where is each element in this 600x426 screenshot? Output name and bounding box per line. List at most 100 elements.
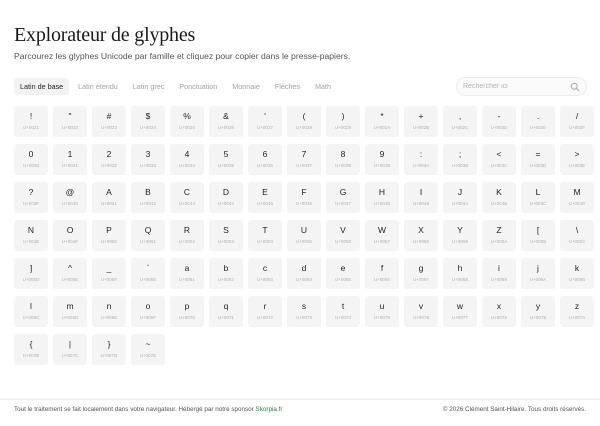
glyph-tile[interactable]: s U+0073 <box>287 296 321 327</box>
search-icon[interactable] <box>570 82 580 92</box>
glyph-tile[interactable]: ) U+0029 <box>326 106 360 137</box>
glyph-tile[interactable]: D U+0044 <box>209 182 243 213</box>
glyph-tile[interactable]: : U+003A <box>404 144 438 175</box>
glyph-tile[interactable]: @ U+0040 <box>53 182 87 213</box>
glyph-tile[interactable]: & U+0026 <box>209 106 243 137</box>
glyph-tile[interactable]: S U+0053 <box>209 220 243 251</box>
glyph-tile[interactable]: (U+0028 <box>287 106 321 137</box>
glyph-tile[interactable]: ^ U+005E <box>53 258 87 289</box>
glyph-tile[interactable]: L U+004C <box>521 182 555 213</box>
glyph-tile[interactable]: P U+0050 <box>92 220 126 251</box>
glyph-tile[interactable]: l U+006C <box>14 296 48 327</box>
glyph-tile[interactable]: Y U+0059 <box>443 220 477 251</box>
glyph-tile[interactable]: V U+0056 <box>326 220 360 251</box>
tab-3[interactable]: Latin grec <box>127 78 171 95</box>
glyph-tile[interactable]: " U+0022 <box>53 106 87 137</box>
glyph-tile[interactable]: G U+0047 <box>326 182 360 213</box>
glyph-tile[interactable]: W U+0057 <box>365 220 399 251</box>
glyph-tile[interactable]: ! U+0021 <box>14 106 48 137</box>
glyph-tile[interactable]: t U+0074 <box>326 296 360 327</box>
glyph-tile[interactable]: T U+0054 <box>248 220 282 251</box>
glyph-tile[interactable]: 0 U+0030 <box>14 144 48 175</box>
glyph-tile[interactable]: v U+0076 <box>404 296 438 327</box>
glyph-tile[interactable]: > U+003E <box>560 144 594 175</box>
glyph-tile[interactable]: b U+0062 <box>209 258 243 289</box>
glyph-tile[interactable]: ? U+003F <box>14 182 48 213</box>
glyph-tile[interactable]: k U+006B <box>560 258 594 289</box>
tab-2[interactable]: Latin étendu <box>72 78 124 95</box>
glyph-tile[interactable]: / U+002F <box>560 106 594 137</box>
glyph-tile[interactable]: - U+002D <box>482 106 516 137</box>
glyph-tile[interactable]: 2 U+0032 <box>92 144 126 175</box>
glyph-tile[interactable]: . U+002E <box>521 106 555 137</box>
glyph-tile[interactable]: 8 U+0038 <box>326 144 360 175</box>
glyph-tile[interactable]: 7 U+0037 <box>287 144 321 175</box>
glyph-tile[interactable]: r U+0072 <box>248 296 282 327</box>
glyph-tile[interactable]: u U+0075 <box>365 296 399 327</box>
glyph-tile[interactable]: * U+002A <box>365 106 399 137</box>
glyph-tile[interactable]: c U+0063 <box>248 258 282 289</box>
glyph-tile[interactable]: e U+0065 <box>326 258 360 289</box>
glyph-tile[interactable]: y U+0079 <box>521 296 555 327</box>
glyph-tile[interactable]: J U+004A <box>443 182 477 213</box>
tab-4[interactable]: Ponctuation <box>173 78 223 95</box>
glyph-tile[interactable]: Q U+0051 <box>131 220 165 251</box>
glyph-tile[interactable]: = U+003D <box>521 144 555 175</box>
glyph-tile[interactable]: ; U+003B <box>443 144 477 175</box>
glyph-tile[interactable]: g U+0067 <box>404 258 438 289</box>
glyph-tile[interactable]: j U+006A <box>521 258 555 289</box>
glyph-tile[interactable]: I U+0049 <box>404 182 438 213</box>
glyph-tile[interactable]: C U+0043 <box>170 182 204 213</box>
glyph-tile[interactable]: w U+0077 <box>443 296 477 327</box>
glyph-tile[interactable]: 1 U+0031 <box>53 144 87 175</box>
glyph-tile[interactable]: 4 U+0034 <box>170 144 204 175</box>
glyph-tile[interactable]: m U+006D <box>53 296 87 327</box>
glyph-tile[interactable]: M U+004D <box>560 182 594 213</box>
glyph-tile[interactable]: K U+004B <box>482 182 516 213</box>
glyph-tile[interactable]: z U+007A <box>560 296 594 327</box>
glyph-tile[interactable]: R U+0052 <box>170 220 204 251</box>
tab-6[interactable]: Flèches <box>269 78 306 95</box>
glyph-tile[interactable]: f U+0066 <box>365 258 399 289</box>
sponsor-link[interactable]: Skorpia.fr <box>256 406 283 413</box>
glyph-tile[interactable]: {U+007B <box>14 334 48 365</box>
glyph-tile[interactable]: \ U+005C <box>560 220 594 251</box>
glyph-tile[interactable]: B U+0042 <box>131 182 165 213</box>
glyph-tile[interactable]: ' U+0027 <box>248 106 282 137</box>
glyph-tile[interactable]: h U+0068 <box>443 258 477 289</box>
glyph-tile[interactable]: $ U+0024 <box>131 106 165 137</box>
search-input[interactable] <box>463 78 571 95</box>
glyph-tile[interactable]: U U+0055 <box>287 220 321 251</box>
tab-7[interactable]: Math <box>309 78 337 95</box>
glyph-tile[interactable]: _ U+005F <box>92 258 126 289</box>
glyph-tile[interactable]: ` U+0060 <box>131 258 165 289</box>
glyph-tile[interactable]: E U+0045 <box>248 182 282 213</box>
glyph-tile[interactable]: < U+003C <box>482 144 516 175</box>
glyph-tile[interactable]: } U+007D <box>92 334 126 365</box>
glyph-tile[interactable]: n U+006E <box>92 296 126 327</box>
glyph-tile[interactable]: F U+0046 <box>287 182 321 213</box>
glyph-tile[interactable]: N U+004E <box>14 220 48 251</box>
glyph-tile[interactable]: p U+0070 <box>170 296 204 327</box>
glyph-tile[interactable]: + U+002B <box>404 106 438 137</box>
glyph-tile[interactable]: 9 U+0039 <box>365 144 399 175</box>
glyph-tile[interactable]: | U+007C <box>53 334 87 365</box>
glyph-tile[interactable]: ~ U+007E <box>131 334 165 365</box>
glyph-tile[interactable]: 6 U+0036 <box>248 144 282 175</box>
glyph-tile[interactable]: O U+004F <box>53 220 87 251</box>
glyph-tile[interactable]: # U+0023 <box>92 106 126 137</box>
search-box[interactable] <box>456 77 587 96</box>
glyph-tile[interactable]: % U+0025 <box>170 106 204 137</box>
glyph-tile[interactable]: X U+0058 <box>404 220 438 251</box>
glyph-tile[interactable]: [U+005B <box>521 220 555 251</box>
glyph-tile[interactable]: Z U+005A <box>482 220 516 251</box>
glyph-tile[interactable]: i U+0069 <box>482 258 516 289</box>
glyph-tile[interactable]: a U+0061 <box>170 258 204 289</box>
glyph-tile[interactable]: ] U+005D <box>14 258 48 289</box>
glyph-tile[interactable]: x U+0078 <box>482 296 516 327</box>
glyph-tile[interactable]: 3 U+0033 <box>131 144 165 175</box>
tab-1[interactable]: Latin de base <box>14 78 70 95</box>
glyph-tile[interactable]: q U+0071 <box>209 296 243 327</box>
glyph-tile[interactable]: 5 U+0035 <box>209 144 243 175</box>
glyph-tile[interactable]: A U+0041 <box>92 182 126 213</box>
